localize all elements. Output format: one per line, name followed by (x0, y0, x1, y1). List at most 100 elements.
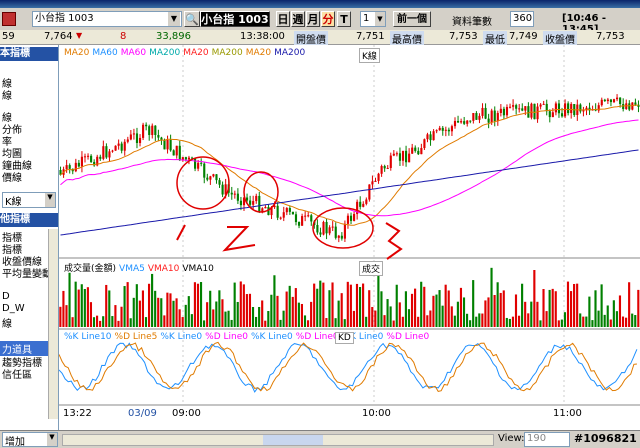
volume-bar (193, 282, 196, 327)
volume-bar (169, 293, 172, 327)
prev-button[interactable]: 前一個 (393, 11, 431, 27)
view-input[interactable]: 190 (524, 432, 570, 447)
kd-legend: %K Line10 %D Line5 %K Line0 %D Line0 %K Line… (64, 332, 432, 342)
volume-bar (606, 305, 609, 327)
candle-body (493, 110, 496, 122)
interval-select[interactable]: 1 ▼ (360, 11, 386, 27)
volume-bar (502, 290, 505, 327)
sidebar-item[interactable]: D (2, 291, 10, 302)
volume-bar (557, 320, 560, 327)
candle-body (236, 193, 239, 201)
sidebar-scrollbar[interactable] (48, 229, 58, 419)
sidebar-item[interactable]: 線 (2, 315, 12, 330)
add-select[interactable]: 增加 ▼ (2, 432, 58, 448)
volume-bar (603, 314, 606, 327)
period-daily-button[interactable]: 日 (276, 11, 290, 27)
period-monthly-button[interactable]: 月 (306, 11, 320, 27)
volume-bar (199, 282, 203, 327)
candle-body (138, 137, 142, 144)
candle-body (307, 215, 310, 217)
volume-bar (62, 290, 65, 327)
candle-body (99, 156, 102, 159)
volume-bar (374, 310, 377, 327)
watermark: #1096821 (574, 432, 637, 445)
period-weekly-button[interactable]: 週 (291, 11, 305, 27)
candle-body (297, 222, 301, 226)
volume-bar (398, 302, 401, 327)
volume-bar (637, 289, 640, 327)
sidebar-item[interactable]: D_W (2, 303, 25, 314)
volume-bar (291, 296, 294, 327)
candle-body (68, 165, 71, 169)
candle-body (218, 180, 221, 185)
candle-body (325, 221, 328, 234)
chart-area[interactable]: MA20 MA60 MA60 MA200 MA20 MA200 MA20 MA200 成交量(… (59, 45, 640, 430)
candle-body (86, 155, 90, 157)
chart-type-select[interactable]: K線 ▼ (2, 192, 56, 208)
candle-body (108, 151, 111, 158)
candle-body (175, 145, 178, 156)
volume-bar (551, 288, 554, 327)
volume-bar (105, 284, 108, 327)
period-tick-button[interactable]: T (337, 11, 351, 27)
symbol-button[interactable]: 小台指 1003 (200, 11, 270, 27)
candle-body (560, 113, 564, 117)
candle-body (487, 118, 490, 123)
volume-bar (187, 296, 190, 327)
candle-body (392, 153, 395, 156)
sidebar-item[interactable]: 信任區 (2, 366, 32, 381)
volume-bar (401, 316, 404, 327)
sidebar-item[interactable]: 價線 (2, 169, 22, 184)
candle-body (600, 99, 603, 106)
candle-body (478, 115, 481, 120)
volume-bar (92, 317, 96, 327)
candle-body (310, 215, 313, 222)
sidebar-item[interactable]: 線 (2, 87, 12, 102)
volume-bar (144, 317, 148, 327)
candle-body (282, 212, 285, 218)
candle-body (444, 129, 447, 131)
scroll-thumb[interactable] (263, 435, 323, 445)
candle-body (258, 195, 261, 213)
candle-body (426, 134, 429, 140)
sidebar-item[interactable]: 平均量變動 (2, 265, 52, 280)
symbol-select[interactable]: 小台指 1003 ▼ (32, 11, 182, 27)
view-input-value: 190 (527, 433, 547, 444)
legend-item: %D Line0 (386, 332, 430, 342)
legend-item: MA200 (149, 48, 181, 58)
volume-bar (521, 283, 524, 327)
candle-body (628, 103, 631, 110)
volume-bar (563, 312, 566, 327)
volume-bar (380, 291, 383, 327)
volume-bar (597, 310, 600, 327)
volume-bar (126, 282, 129, 327)
candle-body (349, 215, 353, 221)
volume-bar (459, 287, 463, 327)
toolbar: 小台指 1003 ▼ 🔍 小台指 1003 日 週 月 分 T 1 ▼ 前一個 … (0, 8, 640, 35)
search-button[interactable]: 🔍 (184, 11, 200, 27)
period-minute-button[interactable]: 分 (321, 11, 335, 27)
volume-bar (505, 317, 508, 327)
volume-bar (533, 270, 536, 327)
candle-body (166, 139, 169, 150)
volume-bar (490, 267, 493, 327)
xaxis-label: 03/09 (128, 408, 157, 419)
volume-bar (447, 290, 450, 327)
candle-body (554, 103, 557, 113)
xaxis-label: 11:00 (553, 408, 582, 419)
horizontal-scrollbar[interactable] (62, 434, 494, 446)
candle-body (353, 214, 356, 221)
close-value: 7,753 (596, 31, 625, 42)
down-triangle-icon: ▼ (76, 31, 83, 40)
candle-body (417, 150, 420, 155)
candle-body (619, 97, 622, 105)
volume-bar (316, 288, 319, 327)
volume-bar (456, 301, 459, 327)
volume-bar (615, 311, 618, 327)
low-value: 7,749 (509, 31, 538, 42)
data-count-input[interactable]: 360 (510, 11, 534, 27)
volume-bar (404, 291, 407, 327)
quote-bar: 59 7,764 ▼ 8 33,896 13:38:00 開盤價 7,751 最… (0, 30, 640, 46)
volume-bar (175, 298, 178, 327)
volume-bar (218, 290, 221, 327)
